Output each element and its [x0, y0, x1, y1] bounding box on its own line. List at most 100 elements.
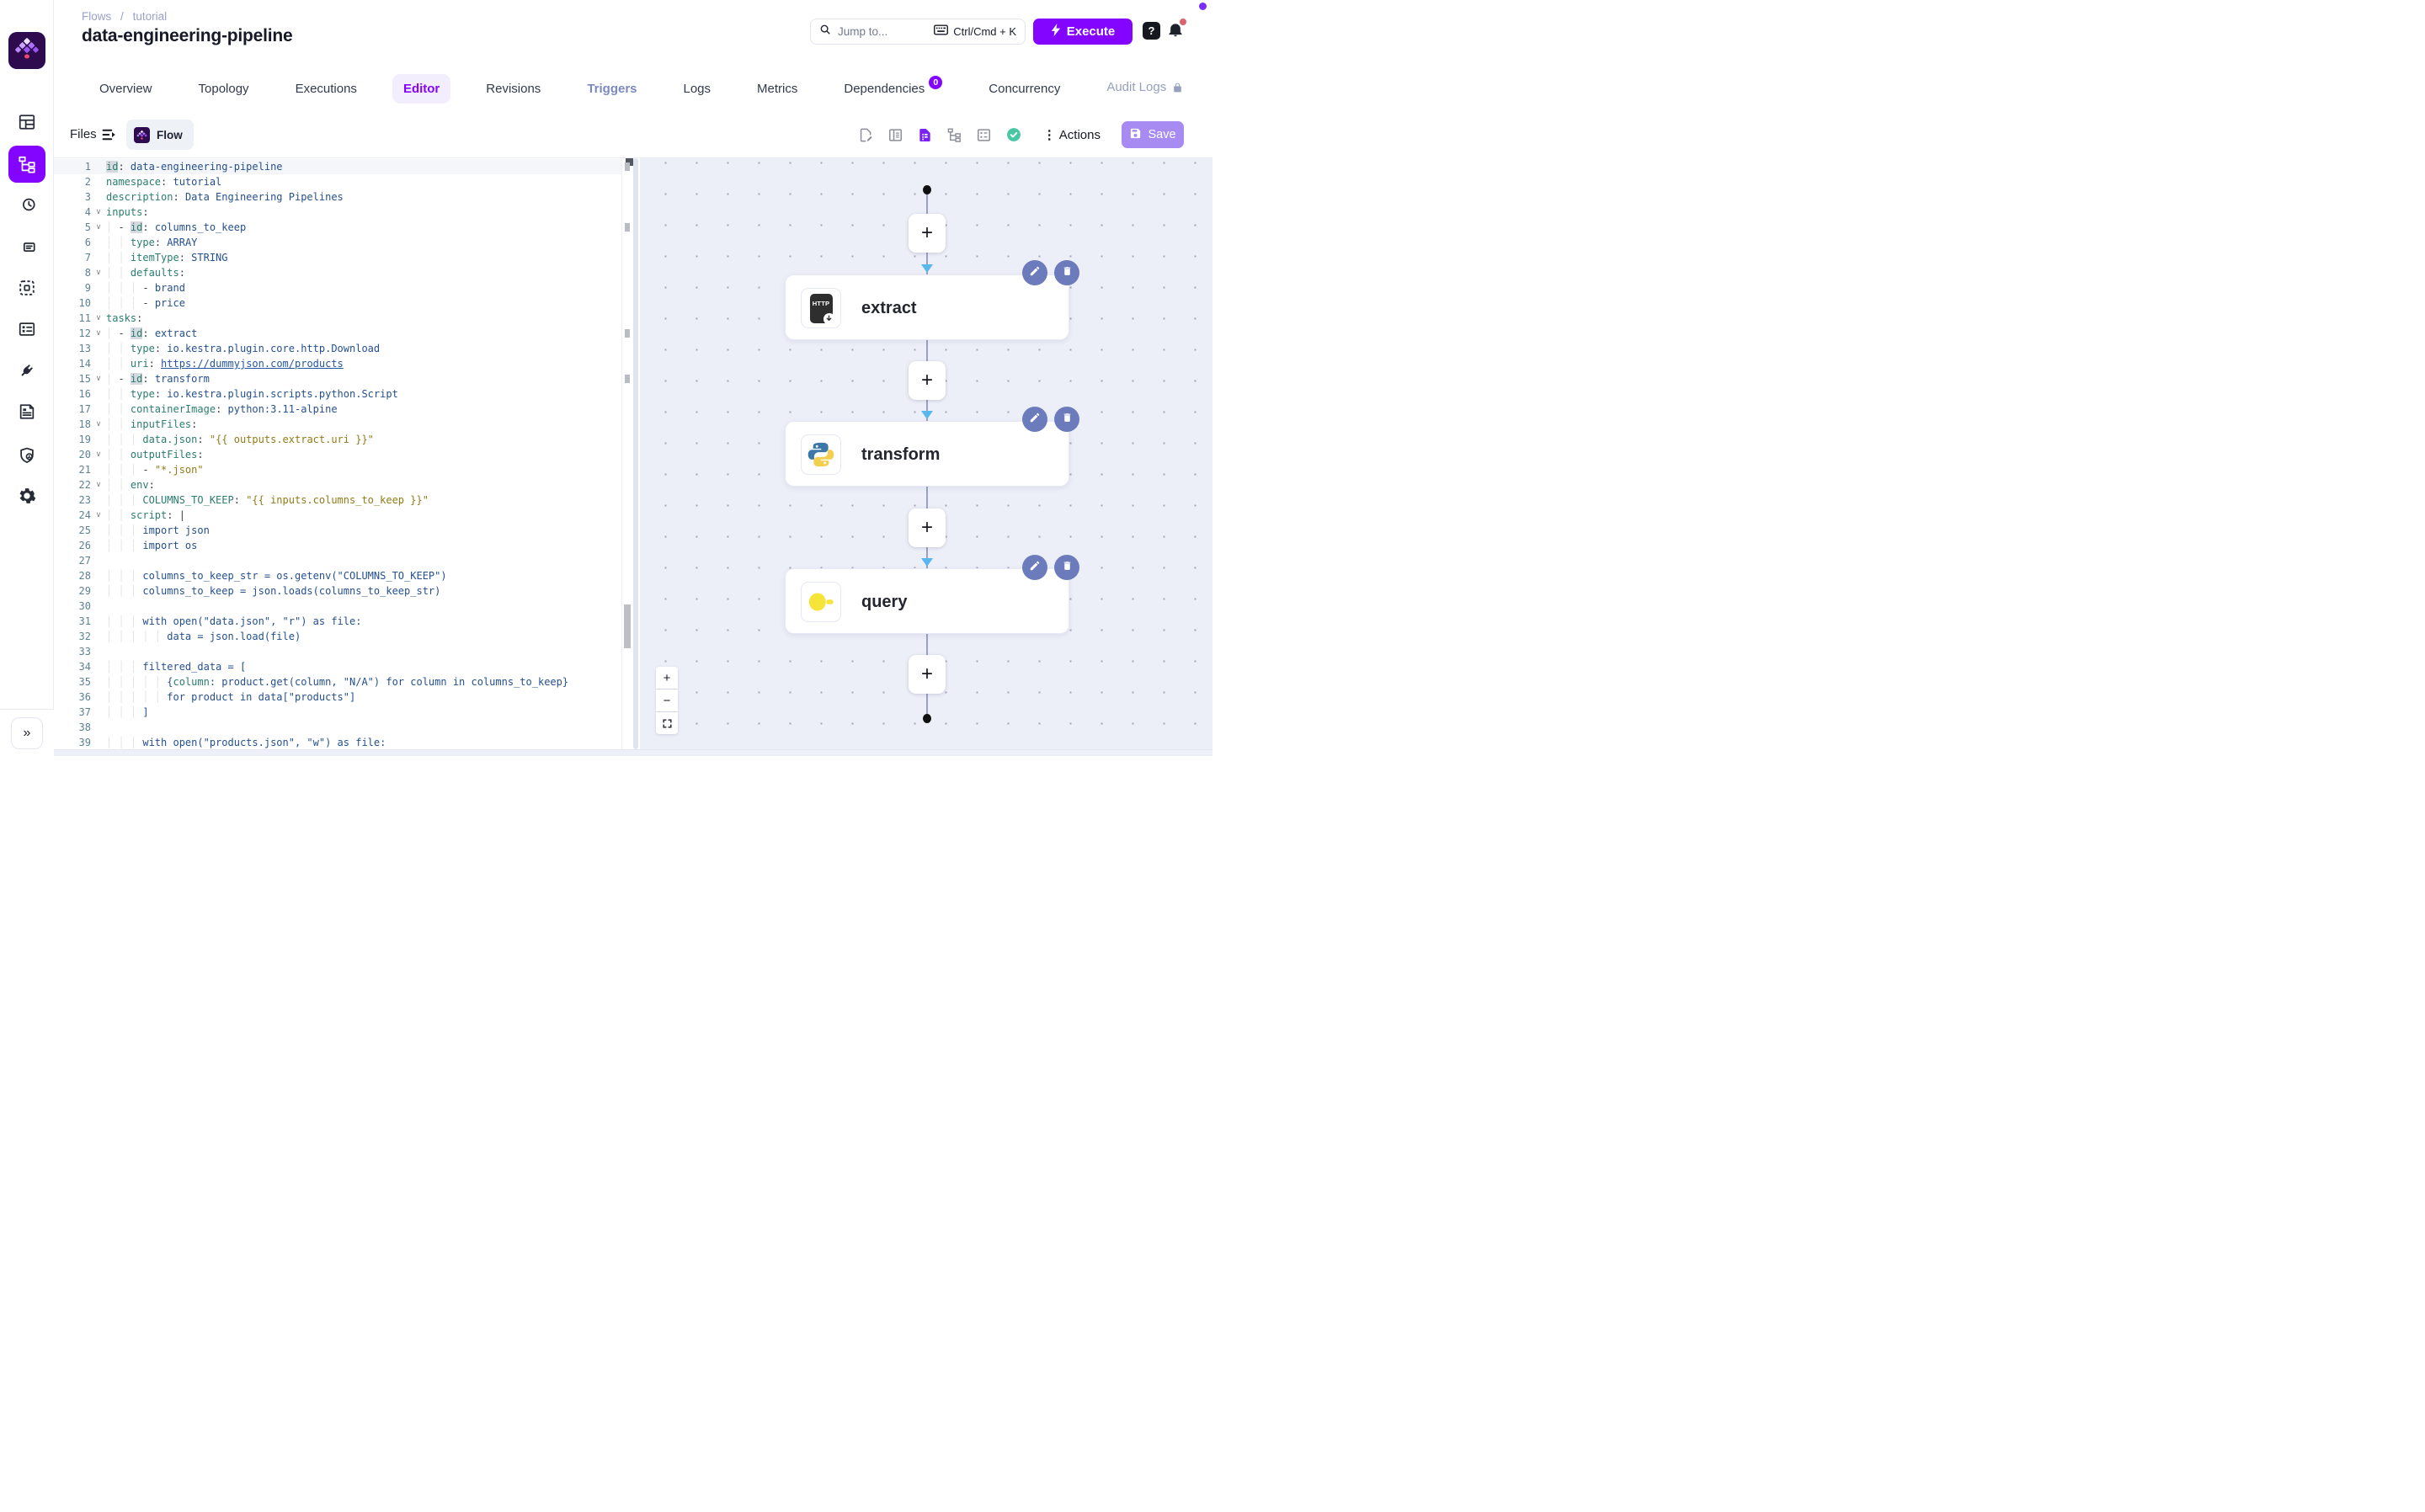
code-line[interactable]: 3description: Data Engineering Pipelines: [54, 189, 633, 205]
breadcrumb-namespace[interactable]: tutorial: [133, 10, 168, 23]
file-tree-toggle-icon[interactable]: [102, 128, 117, 146]
fold-chevron-icon[interactable]: ∨: [91, 220, 106, 235]
sidebar-item-namespaces[interactable]: [8, 311, 45, 348]
code-line[interactable]: 12∨│ - id: extract: [54, 326, 633, 341]
edit-task-button[interactable]: [1022, 407, 1047, 432]
code-line[interactable]: 9│ │ │ - brand: [54, 280, 633, 295]
save-button[interactable]: Save: [1122, 121, 1184, 148]
code-line[interactable]: 21│ │ │ - "*.json": [54, 462, 633, 477]
edit-doc-icon[interactable]: [858, 126, 875, 143]
code-line[interactable]: 16│ │ type: io.kestra.plugin.scripts.pyt…: [54, 386, 633, 402]
delete-task-button[interactable]: [1054, 407, 1079, 432]
zoom-out-button[interactable]: −: [656, 689, 678, 711]
breadcrumb[interactable]: Flows / tutorial: [82, 10, 167, 23]
code-line[interactable]: 7│ │ itemType: STRING: [54, 250, 633, 265]
editor-overview-ruler[interactable]: [621, 158, 633, 749]
code-line[interactable]: 36│ │ │ │ │ for product in data["product…: [54, 689, 633, 705]
execute-button[interactable]: Execute: [1033, 19, 1133, 45]
editor-scrollbar[interactable]: [624, 604, 631, 648]
code-line[interactable]: 38: [54, 720, 633, 735]
pane-resize-handle[interactable]: [633, 158, 638, 749]
code-line[interactable]: 26│ │ │ import os: [54, 538, 633, 553]
tree-view-icon[interactable]: [946, 126, 963, 143]
tab-revisions[interactable]: Revisions: [475, 74, 552, 104]
code-line[interactable]: 4∨inputs:: [54, 205, 633, 220]
code-line[interactable]: 8∨│ │ defaults:: [54, 265, 633, 280]
fold-chevron-icon[interactable]: ∨: [91, 311, 106, 326]
code-line[interactable]: 10│ │ │ - price: [54, 295, 633, 311]
breadcrumb-flows[interactable]: Flows: [82, 10, 111, 23]
code-editor[interactable]: 1id: data-engineering-pipeline2namespace…: [54, 158, 633, 749]
code-line[interactable]: 13│ │ type: io.kestra.plugin.core.http.D…: [54, 341, 633, 356]
validation-check-icon[interactable]: [1005, 126, 1022, 143]
code-line[interactable]: 18∨│ │ inputFiles:: [54, 417, 633, 432]
tab-executions[interactable]: Executions: [285, 74, 368, 104]
code-line[interactable]: 25│ │ │ import json: [54, 523, 633, 538]
fold-chevron-icon[interactable]: ∨: [91, 508, 106, 523]
help-button[interactable]: ?: [1143, 22, 1160, 40]
code-line[interactable]: 11∨tasks:: [54, 311, 633, 326]
code-line[interactable]: 35│ │ │ │ │ {column: product.get(column,…: [54, 674, 633, 689]
code-line[interactable]: 22∨│ │ env:: [54, 477, 633, 492]
sidebar-item-blueprints[interactable]: [8, 269, 45, 306]
zoom-in-button[interactable]: +: [656, 667, 678, 689]
delete-task-button[interactable]: [1054, 260, 1079, 285]
sidebar-item-dashboard[interactable]: [8, 104, 45, 141]
sidebar-item-plugins[interactable]: [8, 352, 45, 389]
sidebar-item-flows[interactable]: [8, 146, 45, 183]
code-line[interactable]: 31│ │ │ with open("data.json", "r") as f…: [54, 614, 633, 629]
code-line[interactable]: 28│ │ │ columns_to_keep_str = os.getenv(…: [54, 568, 633, 583]
edit-task-button[interactable]: [1022, 555, 1047, 580]
zoom-fit-button[interactable]: [656, 712, 678, 734]
kestra-logo[interactable]: [8, 32, 45, 69]
tab-topology[interactable]: Topology: [188, 74, 260, 104]
actions-button[interactable]: ⋮ Actions: [1043, 127, 1101, 142]
sidebar-item-security[interactable]: [8, 437, 45, 474]
code-line[interactable]: 2namespace: tutorial: [54, 174, 633, 189]
tab-metrics[interactable]: Metrics: [746, 74, 808, 104]
task-node-query[interactable]: query: [785, 568, 1069, 634]
code-line[interactable]: 33: [54, 644, 633, 659]
code-line[interactable]: 23│ │ │ COLUMNS_TO_KEEP: "{{ inputs.colu…: [54, 492, 633, 508]
fold-chevron-icon[interactable]: ∨: [91, 417, 106, 432]
tab-audit-logs[interactable]: Audit Logs: [1095, 72, 1194, 104]
code-line[interactable]: 39│ │ │ with open("products.json", "w") …: [54, 735, 633, 749]
add-task-button[interactable]: +: [909, 214, 946, 253]
code-line[interactable]: 5∨│ - id: columns_to_keep: [54, 220, 633, 235]
code-line[interactable]: 15∨│ - id: transform: [54, 371, 633, 386]
add-task-button[interactable]: +: [909, 655, 946, 694]
add-task-button[interactable]: +: [909, 361, 946, 400]
split-view-icon[interactable]: [887, 126, 904, 143]
code-line[interactable]: 29│ │ │ columns_to_keep = json.loads(col…: [54, 583, 633, 599]
code-line[interactable]: 30: [54, 599, 633, 614]
code-line[interactable]: 32│ │ │ │ │ data = json.load(file): [54, 629, 633, 644]
fold-chevron-icon[interactable]: ∨: [91, 371, 106, 386]
tab-editor[interactable]: Editor: [392, 74, 450, 104]
panel-list-icon[interactable]: [976, 126, 993, 143]
sidebar-item-executions[interactable]: [8, 186, 45, 223]
code-line[interactable]: 14│ │ uri: https://dummyjson.com/product…: [54, 356, 633, 371]
add-task-button[interactable]: +: [909, 508, 946, 547]
jump-to-search[interactable]: Jump to... Ctrl/Cmd + K: [810, 19, 1026, 45]
bell-icon[interactable]: [1167, 20, 1186, 40]
code-line[interactable]: 20∨│ │ outputFiles:: [54, 447, 633, 462]
code-view-icon[interactable]: [917, 126, 934, 143]
fold-chevron-icon[interactable]: ∨: [91, 326, 106, 341]
code-line[interactable]: 6│ │ type: ARRAY: [54, 235, 633, 250]
task-node-extract[interactable]: HTTP extract: [785, 274, 1069, 340]
sidebar-item-docs[interactable]: [8, 393, 45, 430]
sidebar-item-logs[interactable]: [8, 229, 45, 266]
code-line[interactable]: 34│ │ │ filtered_data = [: [54, 659, 633, 674]
tab-logs[interactable]: Logs: [673, 74, 722, 104]
task-node-transform[interactable]: transform: [785, 421, 1069, 487]
sidebar-expand-button[interactable]: »: [11, 717, 43, 749]
flow-file-tab[interactable]: Flow: [126, 120, 194, 150]
sidebar-item-settings[interactable]: [8, 477, 45, 514]
tab-triggers[interactable]: Triggers: [576, 74, 648, 104]
code-line[interactable]: 27: [54, 553, 633, 568]
fold-chevron-icon[interactable]: ∨: [91, 477, 106, 492]
delete-task-button[interactable]: [1054, 555, 1079, 580]
topology-graph[interactable]: ++++ HTTP extract transform query +−: [640, 158, 1212, 749]
code-line[interactable]: 24∨│ │ script: |: [54, 508, 633, 523]
code-line[interactable]: 19│ │ │ data.json: "{{ outputs.extract.u…: [54, 432, 633, 447]
